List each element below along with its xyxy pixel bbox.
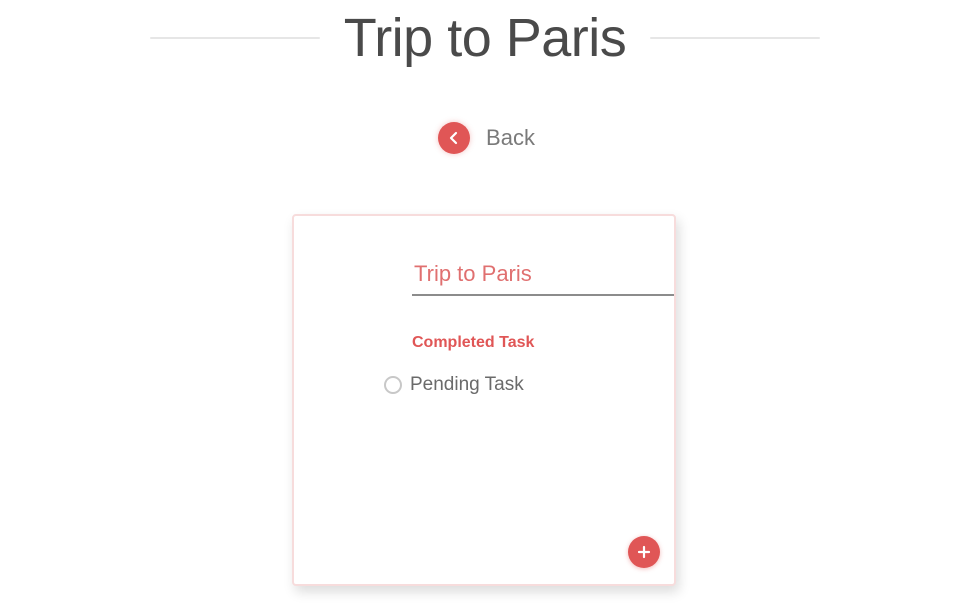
list-title-input[interactable] — [412, 254, 674, 296]
page-title: Trip to Paris — [343, 8, 627, 68]
completed-task[interactable]: Completed Task — [412, 334, 644, 352]
page-header: Trip to Paris — [150, 6, 821, 70]
chevron-left-icon[interactable] — [438, 122, 471, 154]
app-screen: Trip to Paris Back Completed Task Pendin… — [0, 0, 973, 608]
task-checkbox[interactable] — [384, 376, 402, 394]
list-card: Completed Task Pending Task — [292, 214, 676, 586]
back-button[interactable]: Back — [0, 118, 973, 158]
task-label[interactable]: Pending Task — [410, 374, 524, 396]
completed-section: Completed Task — [384, 334, 644, 352]
header-line-right — [650, 37, 821, 39]
plus-icon[interactable] — [637, 545, 651, 559]
header-line-left — [150, 37, 320, 39]
task-list: Completed Task Pending Task — [384, 334, 644, 396]
task-item-pending[interactable]: Pending Task — [384, 374, 644, 396]
back-label[interactable]: Back — [486, 125, 535, 151]
add-task-button[interactable] — [628, 536, 660, 568]
